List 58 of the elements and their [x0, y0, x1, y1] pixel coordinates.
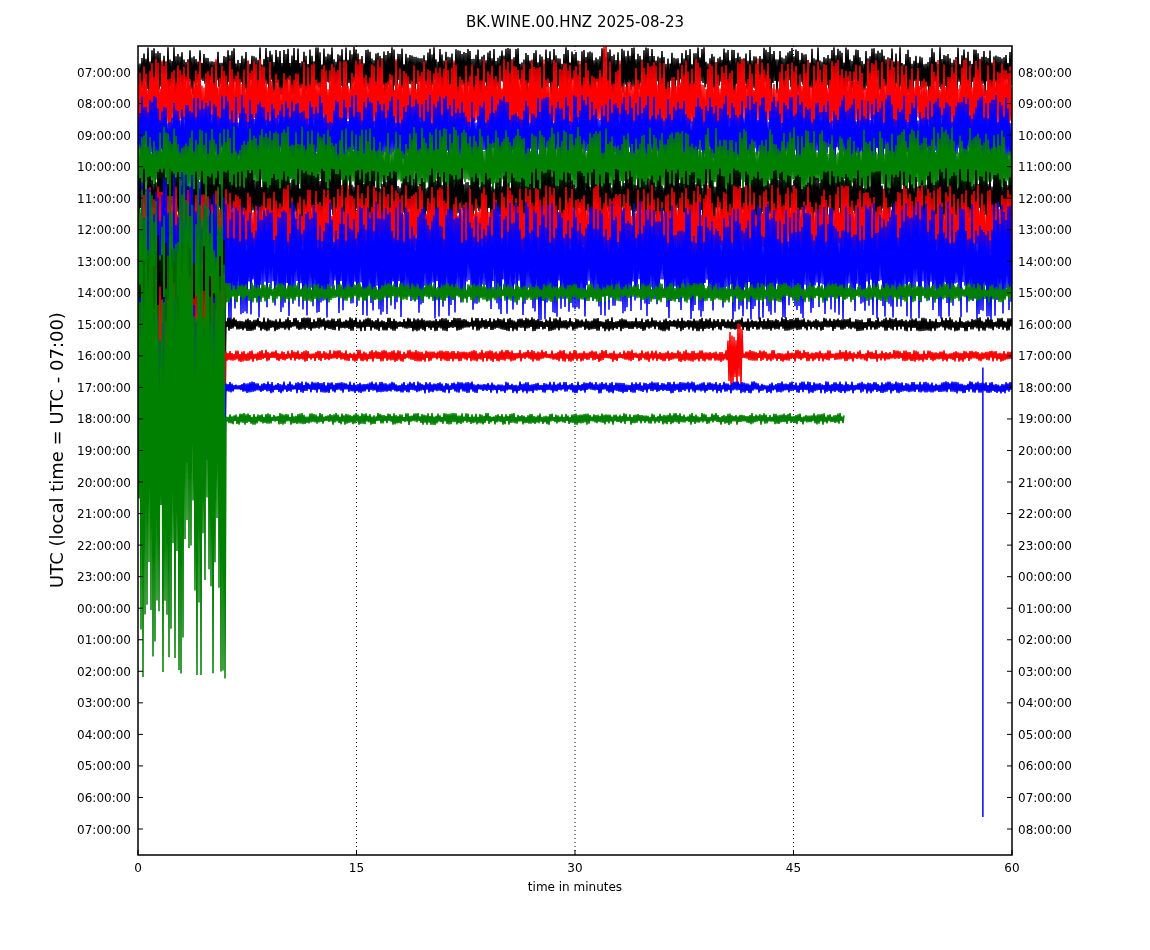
y-tick-label: 18:00:00 [77, 412, 131, 427]
y-tick-label: 08:00:00 [1018, 65, 1072, 80]
y-tick-label: 14:00:00 [77, 286, 131, 301]
y-tick-label: 23:00:00 [77, 570, 131, 585]
y-tick-label: 02:00:00 [77, 664, 131, 679]
y-tick-label: 23:00:00 [1018, 538, 1072, 553]
y-tick-label: 01:00:00 [77, 633, 131, 648]
y-tick-label: 22:00:00 [1018, 507, 1072, 522]
y-tick-label: 21:00:00 [77, 507, 131, 522]
y-tick-label: 20:00:00 [77, 475, 131, 490]
y-tick-label: 06:00:00 [77, 790, 131, 805]
y-tick-label: 11:00:00 [1018, 160, 1072, 175]
y-tick-label: 15:00:00 [77, 317, 131, 332]
x-tick-label: 30 [567, 861, 583, 875]
y-tick-label: 04:00:00 [77, 727, 131, 742]
y-tick-label: 07:00:00 [77, 822, 131, 837]
y-tick-label: 15:00:00 [1018, 286, 1072, 301]
y-tick-label: 21:00:00 [1018, 475, 1072, 490]
y-tick-label: 16:00:00 [77, 349, 131, 364]
y-tick-label: 09:00:00 [1018, 97, 1072, 112]
y-tick-label: 05:00:00 [77, 759, 131, 774]
y-tick-label: 22:00:00 [77, 538, 131, 553]
y-tick-label: 07:00:00 [1018, 790, 1072, 805]
y-tick-label: 07:00:00 [77, 65, 131, 80]
y-tick-label: 10:00:00 [77, 160, 131, 175]
y-tick-label: 03:00:00 [1018, 664, 1072, 679]
y-tick-label: 00:00:00 [1018, 570, 1072, 585]
y-tick-label: 00:00:00 [77, 601, 131, 616]
x-tick-label: 15 [348, 861, 365, 875]
y-tick-label: 12:00:00 [77, 223, 131, 238]
y-tick-label: 08:00:00 [1018, 822, 1072, 837]
y-axis-label: UTC (local time = UTC - 07:00) [46, 312, 67, 588]
y-tick-label: 14:00:00 [1018, 254, 1072, 269]
x-tick-label: 45 [785, 861, 802, 875]
y-tick-label: 13:00:00 [1018, 223, 1072, 238]
y-tick-label: 03:00:00 [77, 696, 131, 711]
y-tick-label: 02:00:00 [1018, 633, 1072, 648]
y-tick-label: 19:00:00 [1018, 412, 1072, 427]
y-tick-label: 09:00:00 [77, 128, 131, 143]
y-tick-label: 13:00:00 [77, 254, 131, 269]
chart-title: BK.WINE.00.HNZ 2025-08-23 [465, 13, 685, 31]
y-tick-label: 20:00:00 [1018, 444, 1072, 458]
y-tick-label: 12:00:00 [1018, 191, 1072, 206]
y-tick-label: 10:00:00 [1018, 128, 1072, 143]
y-tick-label: 16:00:00 [1018, 317, 1072, 332]
y-tick-label: 11:00:00 [77, 191, 131, 206]
y-tick-label: 17:00:00 [1018, 349, 1072, 364]
y-tick-label: 05:00:00 [1018, 727, 1072, 742]
y-tick-label: 18:00:00 [1018, 380, 1072, 395]
y-tick-label: 04:00:00 [1018, 696, 1072, 711]
x-tick-label: 60 [1004, 861, 1020, 875]
y-tick-label: 19:00:00 [77, 444, 131, 458]
x-tick-label: 0 [134, 861, 142, 875]
y-tick-label: 17:00:00 [77, 380, 131, 395]
x-axis-label: time in minutes [527, 880, 623, 894]
y-tick-label: 01:00:00 [1018, 601, 1072, 616]
y-tick-label: 08:00:00 [77, 97, 131, 112]
y-tick-label: 06:00:00 [1018, 759, 1072, 774]
